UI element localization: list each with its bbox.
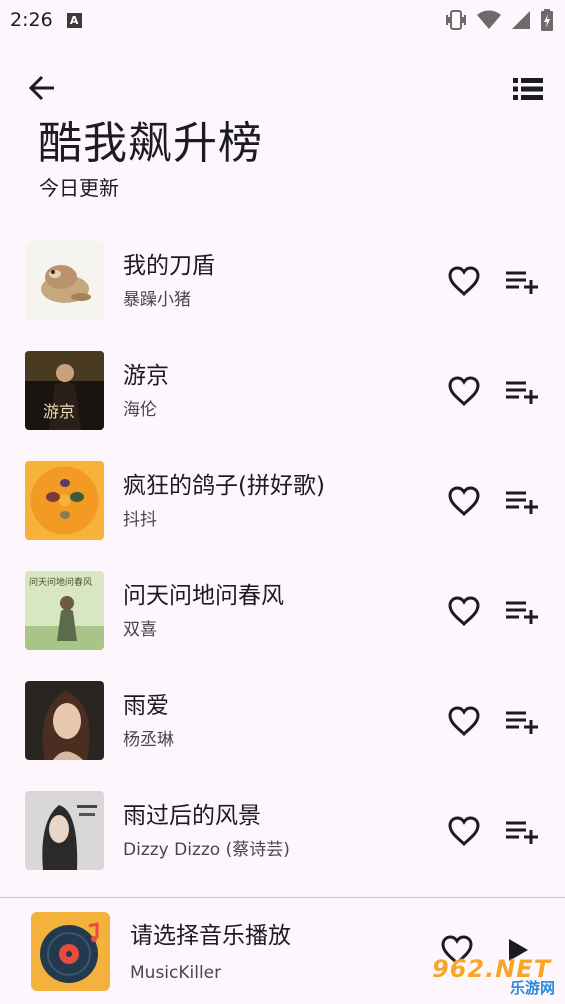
song-artist: 杨丞琳	[123, 730, 174, 750]
song-title: 疯狂的鸽子(拼好歌)	[123, 473, 325, 499]
song-title: 雨爱	[123, 693, 169, 719]
album-cover: 问天问地问春风	[25, 571, 104, 650]
favorite-button[interactable]	[444, 593, 484, 629]
watermark-site: 乐游网	[510, 979, 556, 997]
frog-cover-art	[25, 241, 104, 320]
album-cover	[25, 461, 104, 540]
page-subtitle: 今日更新	[39, 176, 119, 200]
playlist-add-icon	[506, 821, 538, 844]
signal-icon	[512, 11, 530, 29]
status-bar-left: 2:26 A	[10, 9, 82, 31]
album-cover	[25, 241, 104, 320]
status-bar: 2:26 A	[0, 0, 565, 40]
heart-outline-icon	[448, 816, 480, 847]
list-view-icon	[513, 78, 543, 100]
player-title: 请选择音乐播放	[130, 923, 291, 949]
arrow-left-icon	[28, 75, 54, 101]
heart-outline-icon	[448, 706, 480, 737]
add-to-playlist-button[interactable]	[502, 594, 542, 630]
add-to-playlist-button[interactable]	[502, 814, 542, 850]
add-to-playlist-button[interactable]	[502, 264, 542, 300]
playlist-add-icon	[506, 381, 538, 404]
album-cover	[25, 681, 104, 760]
song-title: 雨过后的风景	[123, 803, 261, 829]
song-row[interactable]: 雨过后的风景 Dizzy Dizzo (蔡诗芸)	[0, 776, 565, 886]
cover-text: 游京	[43, 402, 75, 421]
song-list: 我的刀盾 暴躁小猪 游京 游京 海伦 疯狂的鸽子(拼好歌) 抖抖 问天问地问春风…	[0, 226, 565, 886]
portrait-cover-art: 游京	[25, 351, 104, 430]
song-artist: Dizzy Dizzo (蔡诗芸)	[123, 840, 290, 860]
singer-cover-art	[25, 681, 104, 760]
player-cover	[31, 912, 110, 991]
favorite-button[interactable]	[444, 373, 484, 409]
top-app-bar	[0, 62, 565, 112]
song-title: 问天问地问春风	[123, 583, 284, 609]
album-cover: 游京	[25, 351, 104, 430]
heart-outline-icon	[448, 596, 480, 627]
song-row[interactable]: 雨爱 杨丞琳	[0, 666, 565, 776]
battery-icon	[541, 9, 553, 31]
vibrate-icon	[446, 10, 466, 30]
add-to-playlist-button[interactable]	[502, 704, 542, 740]
watermark: 962.NET 乐游网	[426, 953, 560, 999]
list-view-button[interactable]	[511, 72, 545, 106]
notification-a-icon: A	[66, 12, 82, 28]
playlist-add-icon	[506, 271, 538, 294]
song-row[interactable]: 游京 游京 海伦	[0, 336, 565, 446]
heart-outline-icon	[448, 266, 480, 297]
song-artist: 双喜	[123, 620, 157, 640]
status-bar-right	[445, 9, 553, 31]
status-time: 2:26	[10, 9, 53, 31]
album-cover	[25, 791, 104, 870]
back-button[interactable]	[24, 70, 60, 106]
playlist-add-icon	[506, 491, 538, 514]
favorite-button[interactable]	[444, 813, 484, 849]
pigeon-cover-art	[25, 461, 104, 540]
song-row[interactable]: 疯狂的鸽子(拼好歌) 抖抖	[0, 446, 565, 556]
song-artist: 海伦	[123, 400, 157, 420]
add-to-playlist-button[interactable]	[502, 484, 542, 520]
heart-outline-icon	[448, 486, 480, 517]
song-artist: 暴躁小猪	[123, 290, 191, 310]
playlist-add-icon	[506, 711, 538, 734]
vinyl-record-icon	[31, 912, 110, 991]
song-title: 游京	[123, 363, 169, 389]
add-to-playlist-button[interactable]	[502, 374, 542, 410]
favorite-button[interactable]	[444, 703, 484, 739]
singer-cover-art	[25, 791, 104, 870]
playlist-add-icon	[506, 601, 538, 624]
heart-outline-icon	[448, 376, 480, 407]
song-row[interactable]: 问天问地问春风 问天问地问春风 双喜	[0, 556, 565, 666]
favorite-button[interactable]	[444, 263, 484, 299]
song-row[interactable]: 我的刀盾 暴躁小猪	[0, 226, 565, 336]
favorite-button[interactable]	[444, 483, 484, 519]
song-title: 我的刀盾	[123, 253, 215, 279]
song-artist: 抖抖	[123, 510, 157, 530]
wifi-icon	[477, 10, 501, 29]
page-title: 酷我飙升榜	[38, 118, 263, 169]
cover-text: 问天问地问春风	[29, 576, 92, 588]
player-artist: MusicKiller	[130, 963, 222, 983]
figure-cover-art: 问天问地问春风	[25, 571, 104, 650]
